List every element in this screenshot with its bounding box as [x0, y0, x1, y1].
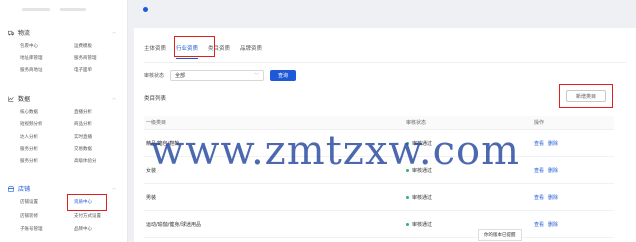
chevron-up-icon[interactable]: ︿ — [112, 29, 117, 34]
query-button[interactable]: 查询 — [270, 70, 297, 81]
status-cell: 审核通过 — [406, 194, 534, 201]
status-select-value: 全部 — [175, 73, 186, 79]
sidebar-item[interactable]: 达人分析 — [20, 134, 38, 140]
status-dot-icon — [406, 195, 409, 199]
list-title: 类目列表 — [144, 96, 167, 102]
top-notice — [143, 7, 152, 12]
chevron-up-icon[interactable]: ︿ — [112, 95, 117, 100]
sidebar-group-title: 数据 — [18, 96, 31, 103]
view-link[interactable]: 查看 — [534, 221, 544, 228]
status-text: 审核通过 — [412, 194, 433, 201]
chevron-down-icon: ﹀ — [254, 73, 260, 79]
actions-cell: 查看 删除 — [534, 167, 614, 174]
column-header: 一级类目 — [146, 120, 167, 126]
truck-icon — [8, 30, 14, 35]
sidebar-item[interactable]: 商品分析 — [74, 121, 92, 127]
sidebar-item[interactable]: 直播分析 — [74, 109, 92, 115]
delete-link[interactable]: 删除 — [548, 140, 558, 147]
highlight-box — [67, 194, 107, 211]
column-header: 操作 — [534, 120, 545, 126]
sidebar-item[interactable]: 核心数据 — [20, 109, 38, 115]
delete-link[interactable]: 删除 — [548, 221, 558, 228]
tab-subject-qualification[interactable]: 主体资质 — [144, 42, 166, 54]
view-link[interactable]: 查看 — [534, 194, 544, 201]
store-icon — [8, 185, 14, 192]
sidebar-item[interactable]: 包裹中心 — [20, 43, 38, 49]
sidebar-item[interactable]: 高级体验分 — [74, 158, 97, 164]
watermark-text: www.zmtzxw.com — [150, 128, 521, 174]
tooltip: 你的版本已提醒 — [478, 229, 522, 241]
status-select[interactable]: 全部 ﹀ — [170, 70, 265, 81]
sidebar-item[interactable]: 支付方式设置 — [74, 213, 101, 219]
sidebar-group-data[interactable]: 数据 — [8, 94, 30, 103]
sidebar-group-title: 物流 — [18, 30, 31, 37]
divider — [144, 62, 626, 63]
status-cell: 审核通过 — [406, 221, 534, 228]
filter-label: 审核状态 — [144, 73, 165, 79]
chart-icon — [8, 96, 14, 102]
chevron-up-icon[interactable]: ︿ — [112, 185, 117, 190]
category-cell: 运动/瑜伽/健身/球迷用品 — [146, 221, 202, 228]
sidebar-group-logistics[interactable]: 物流 — [8, 28, 30, 37]
sidebar: 物流 ︿ 包裹中心 运费模板 地址库管理 服务商管理 服务商地址 电子面单 数据… — [0, 0, 128, 242]
view-link[interactable]: 查看 — [534, 140, 544, 147]
delete-link[interactable]: 删除 — [548, 167, 558, 174]
sidebar-group-title: 店铺 — [18, 186, 31, 193]
table-row: 运动/瑜伽/健身/球迷用品 审核通过 查看 删除 — [144, 211, 614, 238]
sidebar-item[interactable]: 服务商地址 — [20, 67, 43, 73]
sidebar-group-store[interactable]: 店铺 — [8, 184, 30, 193]
sidebar-item[interactable]: 品牌中心 — [74, 226, 92, 232]
sidebar-item[interactable]: 服务分析 — [20, 158, 38, 164]
actions-cell: 查看 删除 — [534, 221, 614, 228]
column-header: 审核状态 — [406, 120, 427, 126]
sidebar-item[interactable]: 子账号管理 — [20, 226, 43, 232]
info-dot-icon — [143, 7, 148, 12]
sidebar-item[interactable]: 服务商管理 — [74, 55, 97, 61]
sidebar-item[interactable]: 服务分析 — [20, 146, 38, 152]
sidebar-item[interactable]: 店铺设置 — [20, 199, 38, 205]
sidebar-item[interactable]: 地址库管理 — [20, 55, 43, 61]
highlight-box — [559, 84, 613, 108]
status-dot-icon — [406, 222, 409, 226]
tab-brand-qualification[interactable]: 品牌资质 — [240, 42, 262, 54]
sidebar-faded-top — [22, 4, 92, 16]
sidebar-item[interactable]: 交易数据 — [74, 146, 92, 152]
actions-cell: 查看 删除 — [534, 140, 614, 147]
view-link[interactable]: 查看 — [534, 167, 544, 174]
sidebar-item[interactable]: 运费模板 — [74, 43, 92, 49]
table-row: 男装 审核通过 查看 删除 — [144, 184, 614, 211]
sidebar-item[interactable]: 电子面单 — [74, 67, 92, 73]
sidebar-item[interactable]: 短视频分析 — [20, 121, 43, 127]
filter-bar: 审核状态 全部 ﹀ 查询 — [144, 70, 297, 81]
delete-link[interactable]: 删除 — [548, 194, 558, 201]
actions-cell: 查看 删除 — [534, 194, 614, 201]
sidebar-item[interactable]: 实时直播 — [74, 134, 92, 140]
status-text: 审核通过 — [412, 221, 433, 228]
highlight-box — [174, 36, 215, 57]
sidebar-item[interactable]: 店铺装修 — [20, 213, 38, 219]
category-cell: 男装 — [146, 194, 157, 201]
